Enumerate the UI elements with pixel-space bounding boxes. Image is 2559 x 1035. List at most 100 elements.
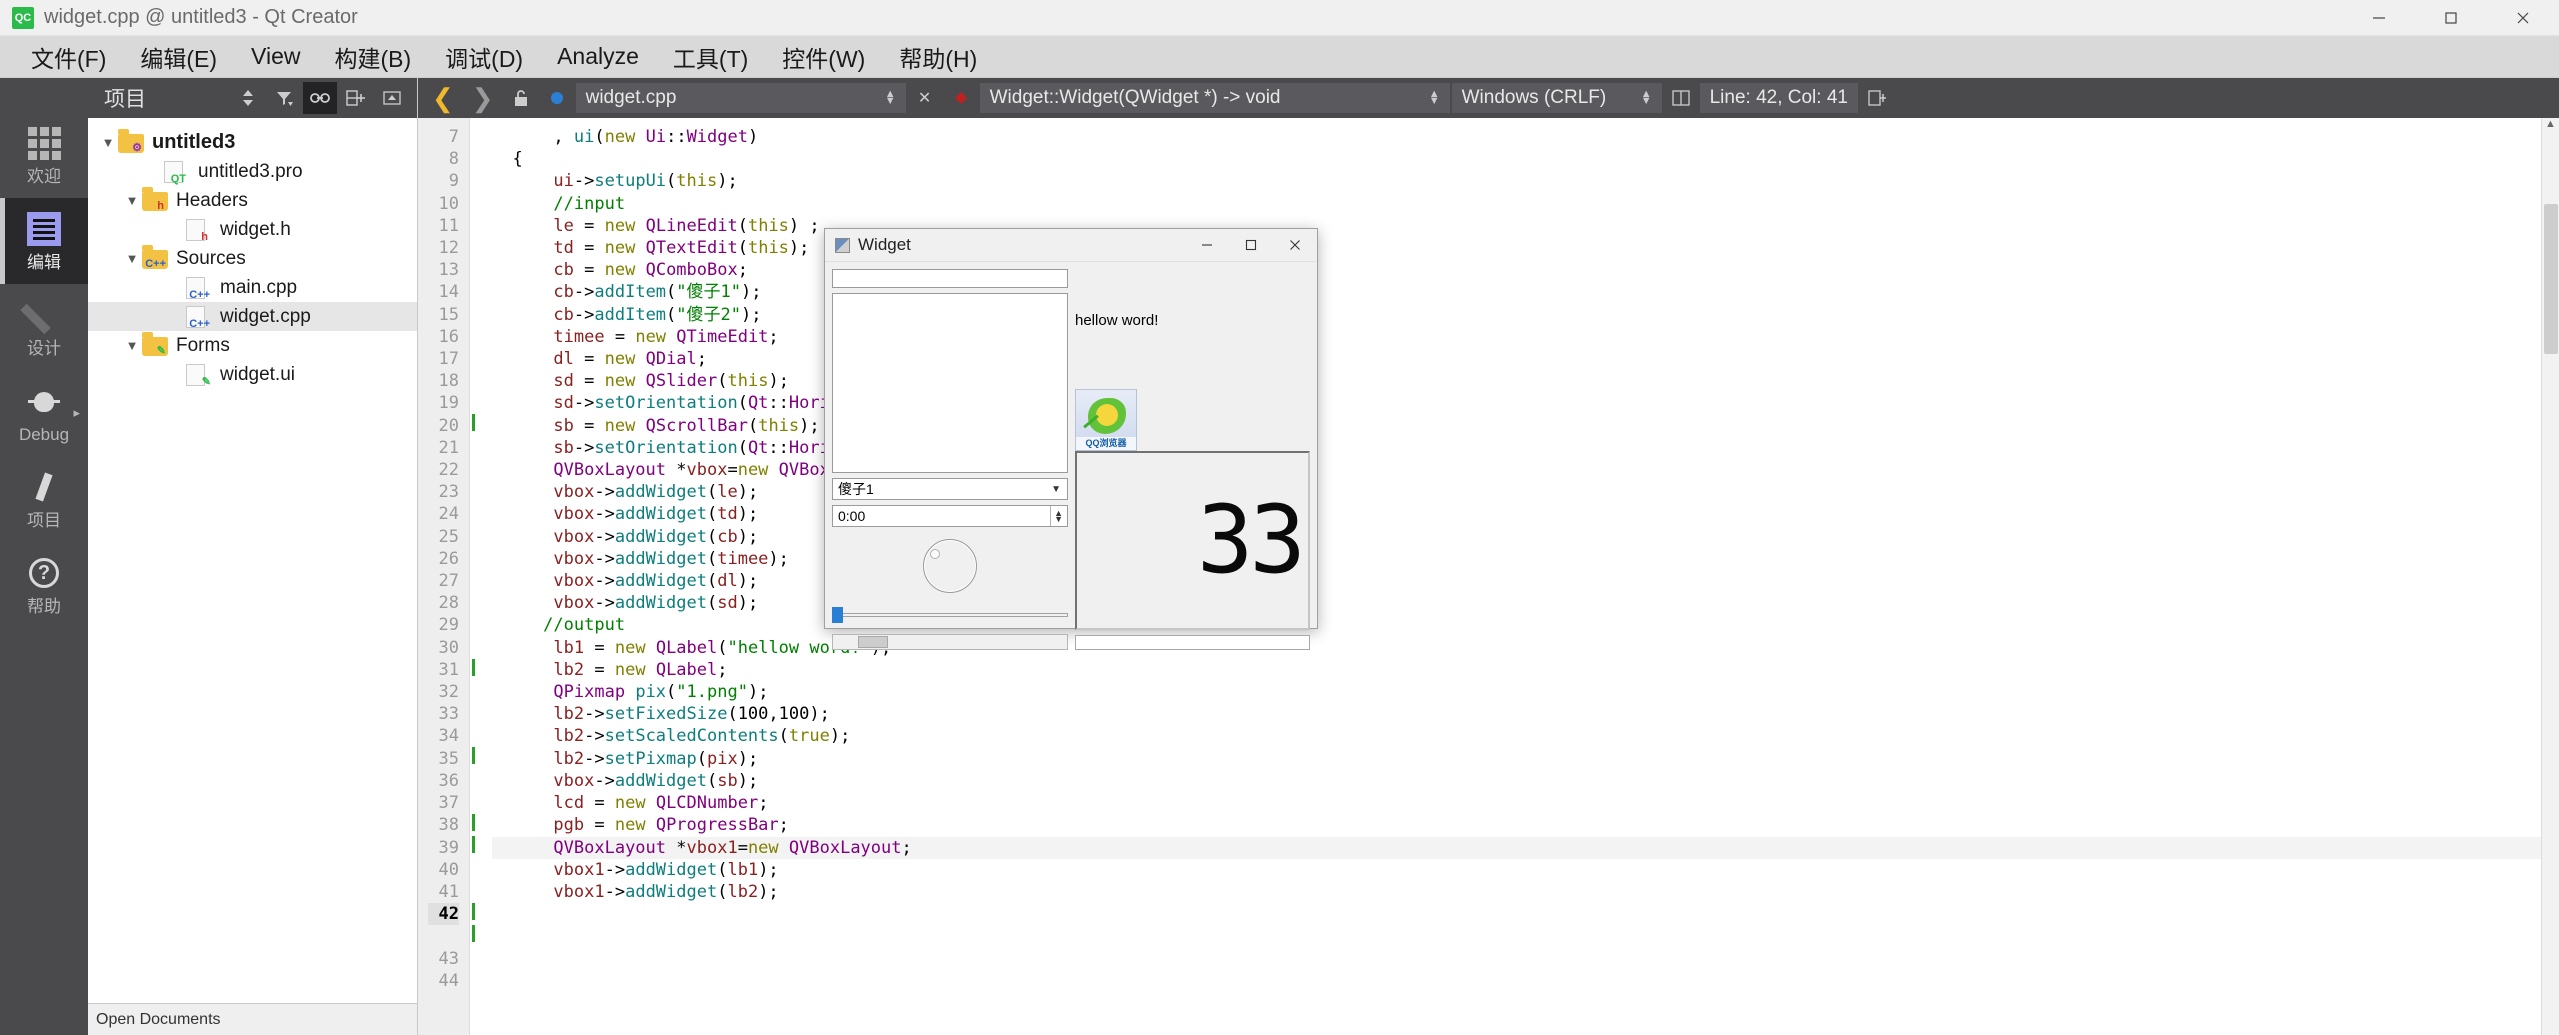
line-edit-input[interactable]: [832, 269, 1068, 288]
tree-item-main-cpp[interactable]: ▾ C++ main.cpp: [88, 273, 417, 302]
widget-window-body: 傻子1 ▼ 0:00 ▲ ▼ hellow word! QQ浏览器 33: [825, 262, 1317, 657]
chevron-updown-icon[interactable]: ▲ ▼: [885, 89, 896, 107]
widget-close-button[interactable]: [1273, 229, 1317, 262]
tree-item-widget-cpp[interactable]: ▾ C++ widget.cpp: [88, 302, 417, 331]
sidebar-item-help[interactable]: ? 帮助: [0, 542, 88, 628]
slider-handle[interactable]: [832, 607, 843, 623]
chevron-down-icon[interactable]: ▼: [122, 193, 142, 208]
tree-item-widget-ui[interactable]: ▾ ✎ widget.ui: [88, 360, 417, 389]
text-edit-input[interactable]: [832, 293, 1068, 473]
chevron-updown-icon[interactable]: ▲ ▼: [1429, 89, 1440, 107]
cursor-position-label: Line: 42, Col: 41: [1709, 87, 1848, 108]
navigate-forward-button[interactable]: ❯: [464, 83, 502, 114]
tree-item-pro-file[interactable]: ▾ QT untitled3.pro: [88, 157, 417, 186]
open-documents-label: Open Documents: [96, 1010, 221, 1028]
split-editor-icon[interactable]: [1664, 82, 1698, 114]
tree-item-project[interactable]: ▼ ⚙ untitled3: [88, 128, 417, 157]
menu-file[interactable]: 文件(F): [14, 36, 123, 78]
chevron-right-icon: ▸: [73, 405, 80, 420]
sidebar-item-projects[interactable]: 项目: [0, 456, 88, 542]
menubar: 文件(F) 编辑(E) View 构建(B) 调试(D) Analyze 工具(…: [0, 36, 2559, 78]
pixmap-caption: QQ浏览器: [1076, 437, 1136, 450]
h-file-icon: h: [186, 218, 212, 242]
close-button[interactable]: [2487, 0, 2559, 36]
encoding-selector[interactable]: Windows (CRLF) ▲ ▼: [1451, 83, 1662, 113]
link-icon[interactable]: [303, 82, 337, 114]
maximize-button[interactable]: [2415, 0, 2487, 36]
bug-icon: [28, 383, 60, 419]
grid-icon: [27, 125, 61, 161]
edit-icon: [27, 211, 61, 247]
tree-item-sources[interactable]: ▼ C++ Sources: [88, 244, 417, 273]
sidebar-item-edit[interactable]: 编辑: [0, 198, 88, 284]
horizontal-slider[interactable]: [832, 605, 1068, 625]
menu-build[interactable]: 构建(B): [317, 36, 428, 78]
wrench-icon: [28, 469, 60, 505]
sidebar-item-design[interactable]: 设计: [0, 284, 88, 370]
tree-spacer: ▾: [166, 222, 186, 238]
progress-bar: [1075, 635, 1310, 650]
folder-headers-icon: h: [142, 190, 168, 212]
tree-label-widget-ui: widget.ui: [220, 363, 295, 385]
chevron-down-icon[interactable]: ▼: [1051, 484, 1067, 495]
add-split-icon[interactable]: [1860, 82, 1894, 114]
chevron-down-icon[interactable]: ▼: [122, 338, 142, 353]
menu-tools[interactable]: 工具(T): [656, 36, 765, 78]
scroll-up-arrow-icon[interactable]: ▲: [2542, 118, 2559, 136]
code-editor[interactable]: 7 8 9 10 11 12 13 14 15 16 17 18 19 20 21 22 23 24 25 26 27 2…: [418, 118, 2559, 1035]
editor-area: ❮ ❯ widget.cpp ▲ ▼ ✕ Widget::Widget(QWidg…: [418, 78, 2559, 1035]
editor-vertical-scrollbar[interactable]: ▲: [2541, 118, 2559, 1035]
close-pane-icon[interactable]: [375, 82, 409, 114]
dial-control[interactable]: [923, 539, 977, 593]
dial-knob[interactable]: [930, 549, 940, 559]
code-text[interactable]: , ui(new Ui::Widget) { ui->setupUi(this)…: [480, 118, 2559, 1035]
lcd-number-display: 33: [1075, 451, 1310, 630]
tree-item-widget-h[interactable]: ▾ h widget.h: [88, 215, 417, 244]
chevron-down-icon[interactable]: ▼: [98, 135, 118, 150]
sidebar-item-debug[interactable]: Debug ▸: [0, 370, 88, 456]
cursor-position-indicator[interactable]: Line: 42, Col: 41: [1699, 83, 1858, 113]
minimize-button[interactable]: [2343, 0, 2415, 36]
menu-view[interactable]: View: [234, 39, 317, 74]
tree-label-pro-file: untitled3.pro: [198, 160, 303, 182]
time-edit[interactable]: 0:00 ▲ ▼: [832, 505, 1068, 527]
widget-window-title: Widget: [858, 235, 911, 254]
chevron-updown-icon[interactable]: ▲ ▼: [1641, 89, 1652, 107]
ui-file-icon: ✎: [186, 363, 212, 387]
tree-item-forms[interactable]: ▼ ✎ Forms: [88, 331, 417, 360]
filter-icon[interactable]: [267, 82, 301, 114]
widget-minimize-button[interactable]: [1185, 229, 1229, 262]
editor-file-selector[interactable]: widget.cpp ▲ ▼: [575, 83, 906, 113]
pencil-icon: [28, 297, 60, 333]
symbol-marker-icon: [944, 82, 978, 114]
split-add-icon[interactable]: [339, 82, 373, 114]
folder-project-icon: ⚙: [118, 132, 144, 154]
menu-widgets[interactable]: 控件(W): [765, 36, 882, 78]
navigate-back-button[interactable]: ❮: [424, 83, 462, 114]
horizontal-scrollbar[interactable]: [832, 634, 1068, 650]
menu-edit[interactable]: 编辑(E): [123, 36, 234, 78]
window-titlebar: QC widget.cpp @ untitled3 - Qt Creator: [0, 0, 2559, 36]
scrollbar-thumb[interactable]: [858, 636, 888, 648]
menu-debug[interactable]: 调试(D): [428, 36, 540, 78]
editor-file-name: widget.cpp: [585, 87, 677, 108]
output-top-spacer: [1075, 269, 1310, 307]
qt-pro-file-icon: QT: [164, 160, 190, 184]
unlock-icon[interactable]: [504, 82, 538, 114]
tree-item-headers[interactable]: ▼ h Headers: [88, 186, 417, 215]
menu-analyze[interactable]: Analyze: [540, 39, 656, 74]
text-label: hellow word!: [1075, 312, 1159, 329]
chevron-down-icon[interactable]: ▼: [122, 251, 142, 266]
scrollbar-thumb[interactable]: [2544, 204, 2558, 354]
project-tree: ▼ ⚙ untitled3 ▾ QT untitled3.pro ▼: [88, 118, 417, 1003]
spinner-arrows-icon[interactable]: ▲ ▼: [1050, 506, 1067, 526]
close-file-button[interactable]: ✕: [908, 82, 942, 114]
updown-arrows-icon[interactable]: [231, 82, 265, 114]
menu-help[interactable]: 帮助(H): [882, 36, 994, 78]
widget-application-window[interactable]: Widget 傻子1 ▼ 0:00 ▲ ▼ hellow word! QQ浏览器…: [824, 228, 1318, 650]
widget-maximize-button[interactable]: [1229, 229, 1273, 262]
open-documents-header[interactable]: Open Documents: [88, 1003, 417, 1035]
sidebar-item-welcome[interactable]: 欢迎: [0, 112, 88, 198]
symbol-selector[interactable]: Widget::Widget(QWidget *) -> void ▲ ▼: [979, 83, 1450, 113]
combo-box[interactable]: 傻子1 ▼: [832, 478, 1068, 500]
